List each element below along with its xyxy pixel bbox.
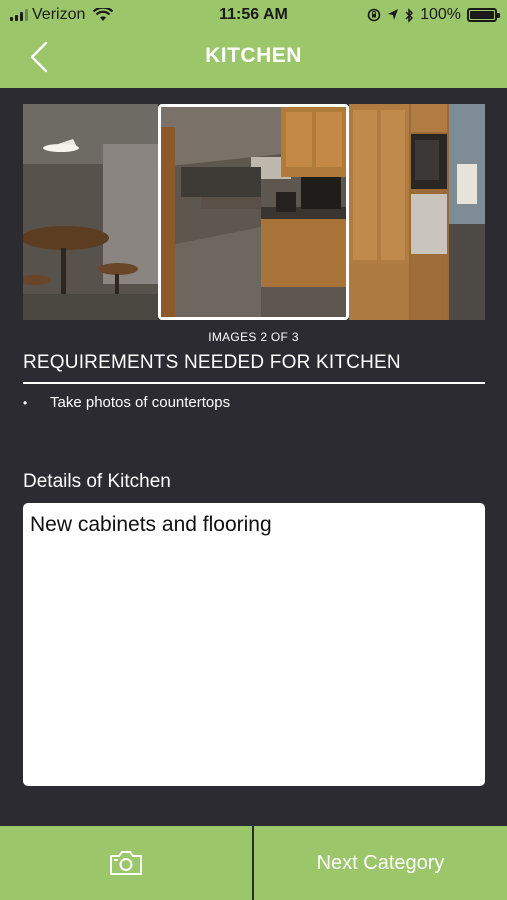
details-label: Details of Kitchen bbox=[23, 471, 171, 492]
status-right: 100% bbox=[367, 6, 500, 24]
requirement-item: • Take photos of countertops bbox=[23, 394, 230, 411]
rotation-lock-icon bbox=[367, 8, 381, 22]
battery-icon bbox=[467, 8, 500, 22]
bluetooth-icon bbox=[405, 7, 414, 23]
battery-percent: 100% bbox=[420, 6, 461, 23]
requirement-text: Take photos of countertops bbox=[50, 394, 231, 411]
gallery-photo-1[interactable] bbox=[23, 104, 158, 320]
gallery-photo-3[interactable] bbox=[349, 104, 485, 320]
requirements-divider bbox=[23, 382, 485, 384]
bullet-icon: • bbox=[23, 395, 28, 410]
bottom-action-bar: Next Category bbox=[0, 826, 507, 900]
status-bar: Verizon 11:56 AM 100% bbox=[0, 0, 507, 30]
requirements-title: REQUIREMENTS NEEDED FOR KITCHEN bbox=[23, 352, 401, 373]
camera-icon bbox=[110, 851, 142, 875]
page-title: KITCHEN bbox=[205, 44, 302, 67]
details-textarea[interactable]: New cabinets and flooring bbox=[23, 503, 485, 786]
camera-button[interactable] bbox=[0, 826, 254, 900]
next-category-button[interactable]: Next Category bbox=[254, 826, 507, 900]
app-header: Verizon 11:56 AM 100% KITCHEN bbox=[0, 0, 507, 88]
next-category-label: Next Category bbox=[316, 851, 445, 874]
gallery-photo-2-selected[interactable] bbox=[158, 104, 349, 320]
image-counter: IMAGES 2 OF 3 bbox=[208, 330, 299, 344]
image-carousel[interactable] bbox=[23, 104, 485, 320]
location-icon bbox=[388, 9, 399, 20]
